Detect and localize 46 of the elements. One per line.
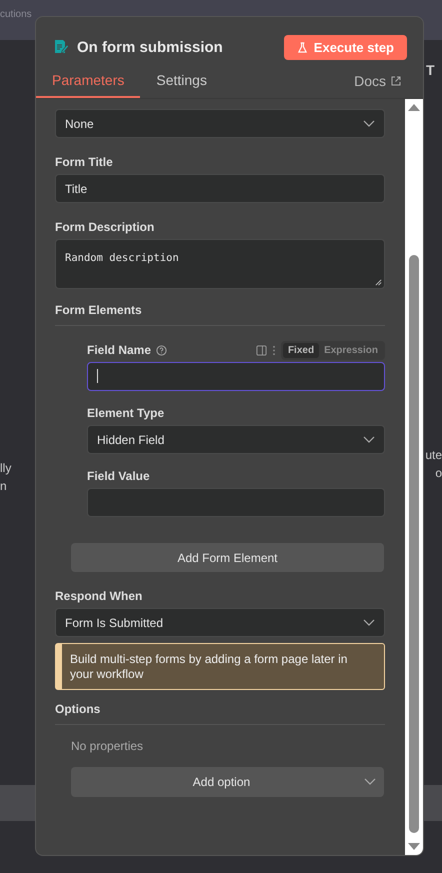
chevron-icon <box>363 120 375 128</box>
canvas-text: lly <box>0 460 12 477</box>
panel-icon[interactable] <box>256 344 267 356</box>
heading-text: T <box>426 62 435 78</box>
field-label: Field Value <box>87 469 150 483</box>
resize-handle-icon[interactable] <box>375 279 382 286</box>
help-icon[interactable] <box>156 344 168 356</box>
add-option-button[interactable]: Add option <box>71 767 384 797</box>
field-label: Element Type <box>87 406 164 420</box>
form-icon <box>53 39 69 55</box>
tab-label: cutions <box>0 9 32 20</box>
canvas-text: n <box>0 478 8 495</box>
select-field[interactable]: Hidden Field <box>87 425 385 454</box>
field-label: Field Name <box>87 343 152 357</box>
chevron-icon <box>363 436 375 444</box>
section-heading: Form Elements <box>55 303 385 326</box>
section-heading: Options <box>55 702 385 725</box>
input-field[interactable] <box>87 362 385 391</box>
canvas-text: o <box>435 465 442 482</box>
add-form-element-button[interactable]: Add Form Element <box>71 543 384 572</box>
tab[interactable]: Parameters <box>36 72 140 98</box>
docs-link[interactable]: Docs <box>354 73 386 98</box>
empty-text: No properties <box>70 739 144 753</box>
external-link-icon[interactable] <box>391 76 401 86</box>
scroll-up-icon[interactable] <box>408 103 420 111</box>
textarea-field[interactable]: Random description <box>55 239 385 289</box>
mode-option[interactable]: Fixed <box>282 342 320 358</box>
chevron-icon <box>363 618 375 626</box>
scroll-down-icon[interactable] <box>408 843 420 851</box>
info-notice: Build multi-step forms by adding a form page later in your workflow <box>55 643 385 690</box>
canvas-text: ute <box>425 447 442 464</box>
input-field[interactable]: Title <box>55 174 385 203</box>
field-label: Form Title <box>55 155 113 169</box>
more-icon[interactable] <box>272 344 276 356</box>
field-label: Form Description <box>55 220 154 234</box>
select-field[interactable]: None <box>55 109 385 138</box>
chevron-icon <box>364 778 376 786</box>
flask-icon <box>296 42 308 52</box>
field-label: Respond When <box>55 589 142 603</box>
scrollbar[interactable] <box>405 99 423 855</box>
select-field[interactable]: Form Is Submitted <box>55 608 385 637</box>
text-cursor <box>97 369 98 383</box>
mode-option[interactable]: Expression <box>319 342 383 358</box>
tab[interactable]: Settings <box>140 72 223 98</box>
input-field[interactable] <box>87 488 385 517</box>
panel-title: On form submission <box>77 38 224 56</box>
